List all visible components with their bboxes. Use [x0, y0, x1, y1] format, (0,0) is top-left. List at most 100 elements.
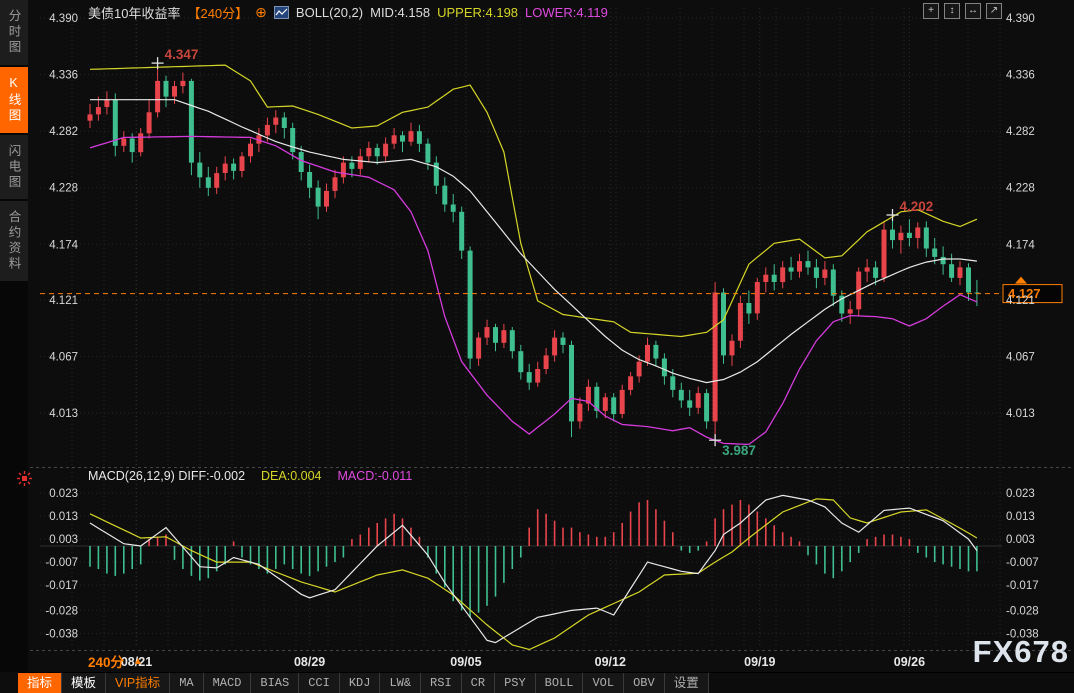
candle-body — [966, 267, 971, 292]
toolbar-item-boll[interactable]: BOLL — [536, 673, 584, 693]
export-icon[interactable]: ↗ — [986, 3, 1002, 19]
macd-axis-label-right: -0.028 — [1006, 605, 1039, 617]
toolbar-item-cr[interactable]: CR — [462, 673, 495, 693]
candle-body — [831, 270, 836, 296]
candle-body — [882, 230, 887, 278]
candle-body — [214, 173, 219, 188]
sidebar-tab-flash[interactable]: 闪电图 — [0, 135, 28, 200]
y-axis-label-right: 4.013 — [1006, 408, 1035, 420]
candle-body — [459, 212, 464, 251]
candle-body — [561, 338, 566, 345]
toolbar-item-kdj[interactable]: KDJ — [340, 673, 381, 693]
last-price-marker — [1015, 277, 1027, 284]
toolbar-item-lw[interactable]: LW& — [380, 673, 421, 693]
y-axis-label-right: 4.067 — [1006, 351, 1035, 363]
price-annotation: 4.202 — [900, 199, 934, 214]
macd-axis-label-left: 0.013 — [49, 511, 78, 523]
candle-body — [155, 81, 160, 112]
candle-body — [383, 144, 388, 157]
candle-body — [662, 359, 667, 377]
boll-mid-value: MID:4.158 — [370, 5, 430, 20]
macd-histogram — [90, 500, 977, 617]
candle-body — [147, 112, 152, 133]
candle-body — [409, 131, 414, 142]
x-axis-date-label: 09/12 — [595, 655, 626, 669]
candle-body — [425, 144, 430, 163]
macd-hist-value: MACD:-0.011 — [337, 469, 412, 483]
y-axis-label-left: 4.390 — [49, 13, 78, 25]
candle-body — [197, 163, 202, 178]
sidebar-tab-contract-info[interactable]: 合约资料 — [0, 201, 28, 281]
candle-body — [324, 191, 329, 207]
candle-body — [527, 372, 532, 383]
macd-axis-label-left: 0.023 — [49, 488, 78, 500]
toolbar-item-settings[interactable]: 设置 — [665, 673, 709, 693]
macd-diff-line — [90, 495, 977, 642]
y-axis-label-right: 4.282 — [1006, 126, 1035, 138]
macd-axis-label-left: -0.017 — [45, 580, 78, 592]
candle-body — [721, 293, 726, 356]
add-indicator-icon[interactable]: ⊕ — [255, 4, 267, 21]
interval-tag: 【240分】 — [187, 3, 248, 22]
x-axis-date-label: 09/05 — [450, 655, 481, 669]
candle-body — [485, 327, 490, 338]
indicator-toolbar: 指标 模板 VIP指标 MA MACD BIAS CCI KDJ LW& RSI… — [18, 672, 1074, 693]
candle-body — [696, 393, 701, 408]
toolbar-item-ma[interactable]: MA — [170, 673, 203, 693]
macd-axis-label-right: -0.017 — [1006, 580, 1039, 592]
price-chart-canvas[interactable]: 4.1274.3474.2023.9874.3904.3904.3364.336… — [0, 0, 1074, 672]
candle-body — [248, 144, 253, 157]
candle-body — [738, 303, 743, 341]
macd-dea-value: DEA:0.004 — [261, 469, 321, 483]
candle-body — [392, 135, 397, 143]
boll-mid-line — [90, 100, 977, 383]
macd-label-and-diff: MACD(26,12,9) DIFF:-0.002 — [88, 469, 245, 483]
candle-body — [518, 351, 523, 372]
y-scale-icon[interactable]: ↕ — [944, 3, 960, 19]
candle-body — [510, 330, 515, 351]
candle-body — [223, 164, 228, 173]
candle-body — [577, 404, 582, 422]
toolbar-item-psy[interactable]: PSY — [495, 673, 536, 693]
sidebar-tab-kline[interactable]: K线图 — [0, 67, 28, 133]
toolbar-item-macd[interactable]: MACD — [204, 673, 252, 693]
candle-body — [924, 228, 929, 249]
candle-body — [949, 264, 954, 278]
toolbar-item-bias[interactable]: BIAS — [251, 673, 299, 693]
candle-body — [620, 390, 625, 414]
interval-selector[interactable]: 240分 ▲ — [88, 651, 143, 671]
candle-body — [670, 376, 675, 390]
candle-body — [730, 341, 735, 356]
macd-axis-label-right: 0.013 — [1006, 511, 1035, 523]
candle-body — [316, 188, 321, 207]
toolbar-item-indicators[interactable]: 指标 — [18, 673, 62, 693]
candle-body — [164, 81, 169, 97]
toolbar-item-templates[interactable]: 模板 — [62, 673, 106, 693]
candle-body — [645, 345, 650, 362]
toolbar-item-obv[interactable]: OBV — [624, 673, 665, 693]
toolbar-item-rsi[interactable]: RSI — [421, 673, 462, 693]
mini-chart-icon[interactable] — [274, 6, 289, 19]
toolbar-item-cci[interactable]: CCI — [299, 673, 340, 693]
boll-label: BOLL(20,2) — [296, 5, 363, 20]
sidebar-tab-timeline[interactable]: 分时图 — [0, 0, 28, 65]
toolbar-item-vip-indicators[interactable]: VIP指标 — [106, 673, 170, 693]
macd-header: MACD(26,12,9) DIFF:-0.002 DEA:0.004 MACD… — [88, 469, 412, 483]
move-icon[interactable]: + — [923, 3, 939, 19]
interval-value: 240分 — [88, 651, 124, 671]
indicator-settings-icon[interactable] — [17, 471, 32, 486]
candle-body — [121, 139, 126, 146]
y-axis-label-right: 4.228 — [1006, 183, 1035, 195]
candle-body — [713, 293, 718, 422]
candle-body — [189, 81, 194, 163]
candle-body — [172, 86, 177, 97]
candle-body — [958, 267, 963, 278]
candle-body — [535, 369, 540, 383]
fx678-watermark: FX678 — [973, 634, 1069, 670]
candle-body — [349, 163, 354, 169]
toolbar-item-vol[interactable]: VOL — [583, 673, 624, 693]
x-scale-icon[interactable]: ↔ — [965, 3, 981, 19]
chart-header: 美债10年收益率 【240分】 ⊕ BOLL(20,2) MID:4.158 U… — [88, 2, 608, 22]
candle-body — [611, 397, 616, 414]
candle-body — [333, 177, 338, 191]
